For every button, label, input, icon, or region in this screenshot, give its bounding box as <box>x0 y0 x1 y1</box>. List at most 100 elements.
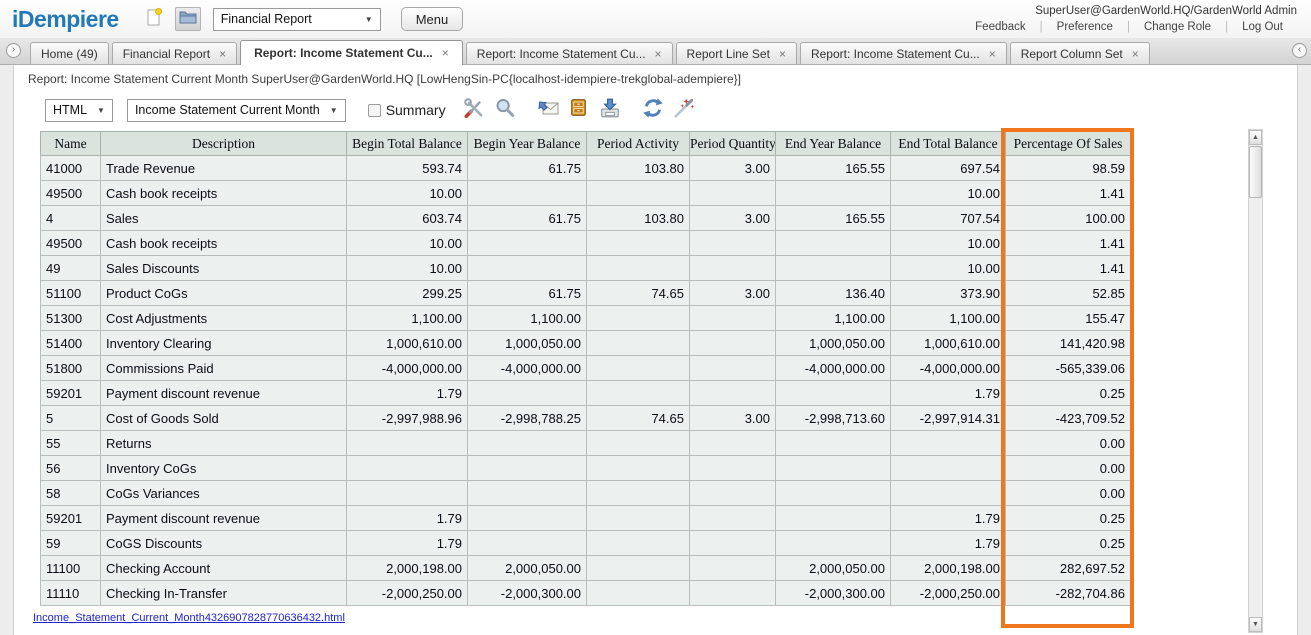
cell-value: -423,709.52 <box>1006 406 1131 431</box>
scroll-up-icon[interactable]: ▲ <box>1249 130 1262 145</box>
cell-value: 1.79 <box>891 381 1006 406</box>
table-row[interactable]: 58CoGs Variances0.00 <box>41 481 1131 506</box>
table-row[interactable]: 11100Checking Account2,000,198.002,000,0… <box>41 556 1131 581</box>
tab-close-icon[interactable]: × <box>779 47 786 61</box>
table-row[interactable]: 49Sales Discounts10.0010.001.41 <box>41 256 1131 281</box>
east-collapsed-panel[interactable] <box>1297 65 1311 635</box>
table-row[interactable]: 56Inventory CoGs0.00 <box>41 456 1131 481</box>
table-row[interactable]: 51300Cost Adjustments1,100.001,100.001,1… <box>41 306 1131 331</box>
collapse-east-panel-button[interactable]: ‹ <box>1292 43 1307 58</box>
cell-value: 10.00 <box>891 181 1006 206</box>
cell-description: Returns <box>101 431 347 456</box>
cell-description: Sales Discounts <box>101 256 347 281</box>
cell-value: 1,000,610.00 <box>347 331 468 356</box>
cell-description: Payment discount revenue <box>101 506 347 531</box>
summary-label: Summary <box>386 102 446 118</box>
format-select[interactable]: HTML ▼ <box>45 99 113 122</box>
expand-west-panel-button[interactable]: › <box>6 43 21 58</box>
preference-link[interactable]: Preference <box>1043 21 1127 33</box>
scroll-down-icon[interactable]: ▼ <box>1249 617 1262 632</box>
report-file-link[interactable]: Income_Statement_Current_Month4326907828… <box>33 612 345 624</box>
report-select[interactable]: Income Statement Current Month ▼ <box>127 99 346 122</box>
tab-close-icon[interactable]: × <box>989 47 996 61</box>
menu-button[interactable]: Menu <box>401 7 464 31</box>
cell-value <box>690 581 776 606</box>
cell-value: 1.79 <box>891 506 1006 531</box>
table-row[interactable]: 11110Checking In-Transfer-2,000,250.00-2… <box>41 581 1131 606</box>
cell-value <box>587 356 690 381</box>
customize-button[interactable] <box>462 98 486 122</box>
tab-home-49[interactable]: Home (49) <box>30 42 109 64</box>
export-button[interactable] <box>598 98 622 122</box>
tab-report-income-statement-cu[interactable]: Report: Income Statement Cu... × <box>240 40 463 65</box>
new-record-button[interactable] <box>141 7 167 31</box>
refresh-button[interactable] <box>641 98 665 122</box>
cell-description: Checking Account <box>101 556 347 581</box>
report-wizard-button[interactable] <box>672 98 696 122</box>
chevron-down-icon: ▼ <box>330 106 338 115</box>
cell-value: 10.00 <box>891 231 1006 256</box>
change-role-link[interactable]: Change Role <box>1130 21 1225 33</box>
cell-value: 61.75 <box>468 281 587 306</box>
tab-close-icon[interactable]: × <box>1132 47 1139 61</box>
tab-report-income-statement-cu[interactable]: Report: Income Statement Cu...× <box>800 42 1007 64</box>
cell-value: 373.90 <box>891 281 1006 306</box>
table-row[interactable]: 5Cost of Goods Sold-2,997,988.96-2,998,7… <box>41 406 1131 431</box>
cell-name: 51300 <box>41 306 101 331</box>
cell-value: -2,000,300.00 <box>468 581 587 606</box>
folder-icon <box>179 9 197 30</box>
archive-button[interactable] <box>567 98 591 122</box>
cell-value <box>468 481 587 506</box>
table-row[interactable]: 49500Cash book receipts10.0010.001.41 <box>41 231 1131 256</box>
table-row[interactable]: 49500Cash book receipts10.0010.001.41 <box>41 181 1131 206</box>
tab-label: Report: Income Statement Cu... <box>254 46 433 60</box>
cell-value: -2,997,914.31 <box>891 406 1006 431</box>
feedback-link[interactable]: Feedback <box>961 21 1040 33</box>
tab-close-icon[interactable]: × <box>219 47 226 61</box>
tab-report-income-statement-cu[interactable]: Report: Income Statement Cu...× <box>466 42 673 64</box>
tab-report-line-set[interactable]: Report Line Set× <box>676 42 797 64</box>
cell-name: 51800 <box>41 356 101 381</box>
table-row[interactable]: 51400Inventory Clearing1,000,610.001,000… <box>41 331 1131 356</box>
cell-value <box>587 431 690 456</box>
vertical-scrollbar[interactable]: ▲ ▼ <box>1248 129 1263 633</box>
cell-value: 1,000,610.00 <box>891 331 1006 356</box>
open-window-button[interactable] <box>175 7 201 31</box>
table-row[interactable]: 55Returns0.00 <box>41 431 1131 456</box>
cell-value <box>587 381 690 406</box>
table-row[interactable]: 59201Payment discount revenue1.791.790.2… <box>41 381 1131 406</box>
report-toolbar: HTML ▼ Income Statement Current Month ▼ … <box>14 91 1297 129</box>
log-out-link[interactable]: Log Out <box>1228 21 1297 33</box>
cell-value <box>776 506 891 531</box>
tab-close-icon[interactable]: × <box>442 46 449 60</box>
cell-value <box>690 456 776 481</box>
cell-description: Trade Revenue <box>101 156 347 181</box>
window-select[interactable]: Financial Report ▼ <box>213 8 381 31</box>
column-header: End Total Balance <box>891 132 1006 156</box>
scrollbar-thumb[interactable] <box>1249 146 1262 198</box>
cell-value <box>776 431 891 456</box>
cell-description: Inventory Clearing <box>101 331 347 356</box>
cell-value: 1.79 <box>347 506 468 531</box>
cell-value: 2,000,050.00 <box>776 556 891 581</box>
tab-financial-report[interactable]: Financial Report× <box>112 42 237 64</box>
summary-checkbox[interactable] <box>368 104 381 117</box>
refresh-icon <box>642 97 664 124</box>
table-row[interactable]: 41000Trade Revenue593.7461.75103.803.001… <box>41 156 1131 181</box>
find-button[interactable] <box>493 98 517 122</box>
tab-close-icon[interactable]: × <box>655 47 662 61</box>
table-row[interactable]: 59CoGS Discounts1.791.790.25 <box>41 531 1131 556</box>
tab-report-column-set[interactable]: Report Column Set× <box>1010 42 1150 64</box>
tab-label: Home (49) <box>41 47 98 61</box>
cell-value: -4,000,000.00 <box>347 356 468 381</box>
report-table-body: 41000Trade Revenue593.7461.75103.803.001… <box>41 156 1131 606</box>
table-row[interactable]: 51100Product CoGs299.2561.7574.653.00136… <box>41 281 1131 306</box>
table-row[interactable]: 4Sales603.7461.75103.803.00165.55707.541… <box>41 206 1131 231</box>
table-row[interactable]: 51800Commissions Paid-4,000,000.00-4,000… <box>41 356 1131 381</box>
column-header: Name <box>41 132 101 156</box>
column-header: Period Quantity <box>690 132 776 156</box>
table-row[interactable]: 59201Payment discount revenue1.791.790.2… <box>41 506 1131 531</box>
send-mail-button[interactable] <box>536 98 560 122</box>
west-collapsed-panel[interactable] <box>0 65 14 635</box>
cell-name: 4 <box>41 206 101 231</box>
